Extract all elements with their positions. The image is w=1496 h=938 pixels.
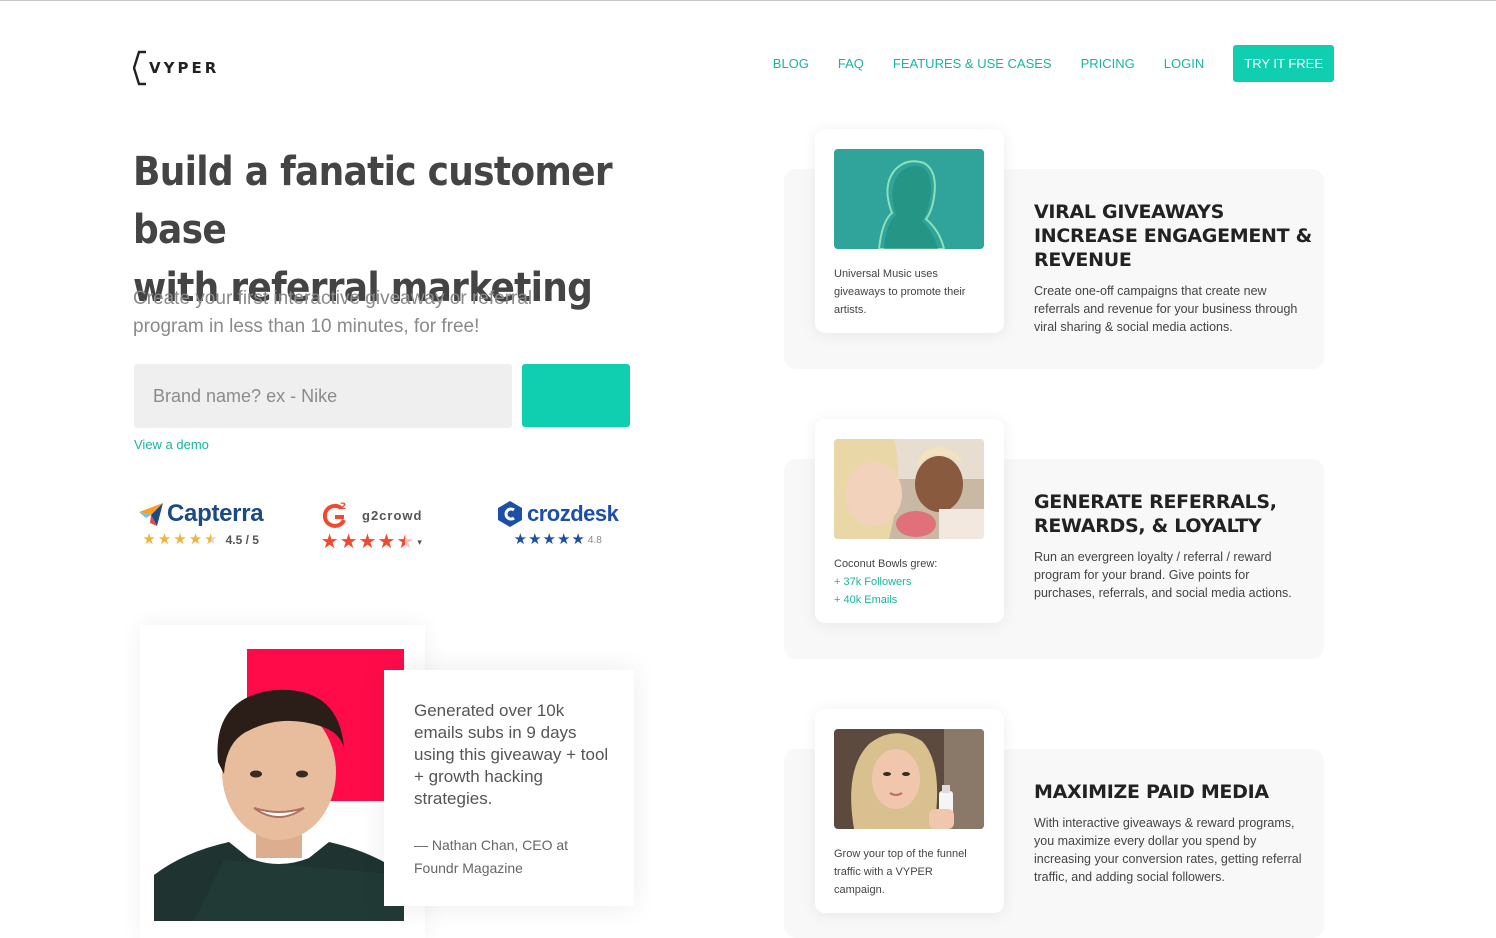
nav-faq[interactable]: FAQ <box>838 45 864 82</box>
paid-media-image <box>834 729 984 829</box>
g2crowd-rating[interactable]: 2 g2crowd ★ ★ ★ ★ ★ ▾ <box>320 500 423 553</box>
testimonial-quote-card: Generated over 10k emails subs in 9 days… <box>384 670 634 906</box>
logo-text: VYPER <box>149 59 220 77</box>
feature-title-1: VIRAL GIVEAWAYS INCREASE ENGAGEMENT & RE… <box>1034 201 1312 271</box>
feature-caption-3: Grow your top of the funnel traffic with… <box>834 848 967 896</box>
feature-caption-2: Coconut Bowls grew: + 37k Followers + 40… <box>834 555 985 609</box>
vyper-logo[interactable]: VYPER <box>133 50 219 86</box>
crozdesk-logo-icon <box>498 501 522 527</box>
feature-card-coconut-bowls: Coconut Bowls grew: + 37k Followers + 40… <box>815 419 1004 623</box>
main-nav: BLOG FAQ FEATURES & USE CASES PRICING LO… <box>744 45 1334 82</box>
view-demo-link[interactable]: View a demo <box>134 437 209 452</box>
half-star-icon: ★ <box>396 531 415 553</box>
hero-title-line1: Build a fanatic customer base <box>133 149 613 253</box>
nav-login[interactable]: LOGIN <box>1164 45 1204 82</box>
hero-subtitle-line1: Create your first interactive giveaway o… <box>133 288 533 309</box>
crozdesk-name: crozdesk <box>527 501 619 526</box>
feature-caption-1: Universal Music uses giveaways to promot… <box>834 268 966 316</box>
star-icon: ★ <box>173 531 187 548</box>
star-icon: ★ <box>571 531 585 548</box>
g2-stars: ★ ★ ★ ★ ★ ▾ <box>320 531 422 553</box>
star-icon: ★ <box>528 531 542 548</box>
emails-stat: + 40k Emails <box>834 594 898 606</box>
coconut-bowls-caption: Coconut Bowls grew: <box>834 558 938 570</box>
testimonial-author: — Nathan Chan, CEO at Foundr Magazine <box>414 834 614 880</box>
nav-features[interactable]: FEATURES & USE CASES <box>893 45 1052 82</box>
star-icon: ★ <box>157 531 172 548</box>
svg-text:2: 2 <box>340 502 346 512</box>
feature-title-2: GENERATE REFERRALS, REWARDS, & LOYALTY <box>1034 491 1277 537</box>
star-icon: ★ <box>142 531 156 548</box>
half-star-icon: ★ <box>204 531 218 548</box>
g2-logo-icon: 2 <box>322 502 346 528</box>
capterra-score: 4.5 / 5 <box>225 533 259 547</box>
crozdesk-stars: ★ ★ ★ ★ ★ 4.8 <box>514 532 602 548</box>
star-icon: ★ <box>358 531 377 553</box>
star-icon: ★ <box>556 531 571 548</box>
star-icon: ★ <box>542 531 556 548</box>
capterra-name: Capterra <box>167 500 264 527</box>
start-button[interactable] <box>522 364 630 427</box>
testimonial-portrait <box>154 670 404 921</box>
testimonial-author-line2: Foundr Magazine <box>414 860 523 876</box>
star-icon: ★ <box>188 531 203 548</box>
try-it-free-button[interactable]: TRY IT FREE <box>1233 45 1334 82</box>
testimonial-author-line1: — Nathan Chan, CEO at <box>414 837 569 853</box>
nav-blog[interactable]: BLOG <box>773 45 809 82</box>
g2crowd-name: g2crowd <box>362 507 423 523</box>
vyper-hexagon-icon <box>133 50 146 86</box>
star-icon: ★ <box>339 531 358 553</box>
feature-title-3: MAXIMIZE PAID MEDIA <box>1034 781 1269 803</box>
brand-name-input[interactable] <box>134 364 512 428</box>
feature-card-top-funnel: Grow your top of the funnel traffic with… <box>815 709 1004 913</box>
capterra-rating[interactable]: Capterra ★ ★ ★ ★ ★ 4.5 / 5 <box>138 500 264 548</box>
capterra-stars: ★ ★ ★ ★ ★ 4.5 / 5 <box>142 532 259 548</box>
chevron-down-icon: ▾ <box>417 536 422 547</box>
star-icon: ★ <box>513 531 528 548</box>
testimonial-quote: Generated over 10k emails subs in 9 days… <box>414 701 609 808</box>
feature-description-2: Run an evergreen loyalty / referral / re… <box>1034 550 1292 600</box>
star-icon: ★ <box>377 531 396 553</box>
hero-subtitle-line2: program in less than 10 minutes, for fre… <box>133 316 480 337</box>
followers-stat: + 37k Followers <box>834 576 912 588</box>
feature-description-3: With interactive giveaways & reward prog… <box>1034 816 1302 884</box>
hero-subtitle: Create your first interactive giveaway o… <box>133 285 553 341</box>
top-border <box>0 0 1496 1</box>
coconut-bowls-image <box>834 439 984 539</box>
feature-description-1: Create one-off campaigns that create new… <box>1034 284 1298 334</box>
capterra-logo-icon <box>139 503 163 526</box>
feature-card-universal-music: Universal Music uses giveaways to promot… <box>815 129 1004 333</box>
nav-pricing[interactable]: PRICING <box>1081 45 1135 82</box>
crozdesk-rating[interactable]: crozdesk ★ ★ ★ ★ ★ 4.8 <box>497 500 619 548</box>
star-icon: ★ <box>320 531 339 553</box>
crozdesk-score: 4.8 <box>587 534 602 546</box>
universal-music-image <box>834 149 984 249</box>
